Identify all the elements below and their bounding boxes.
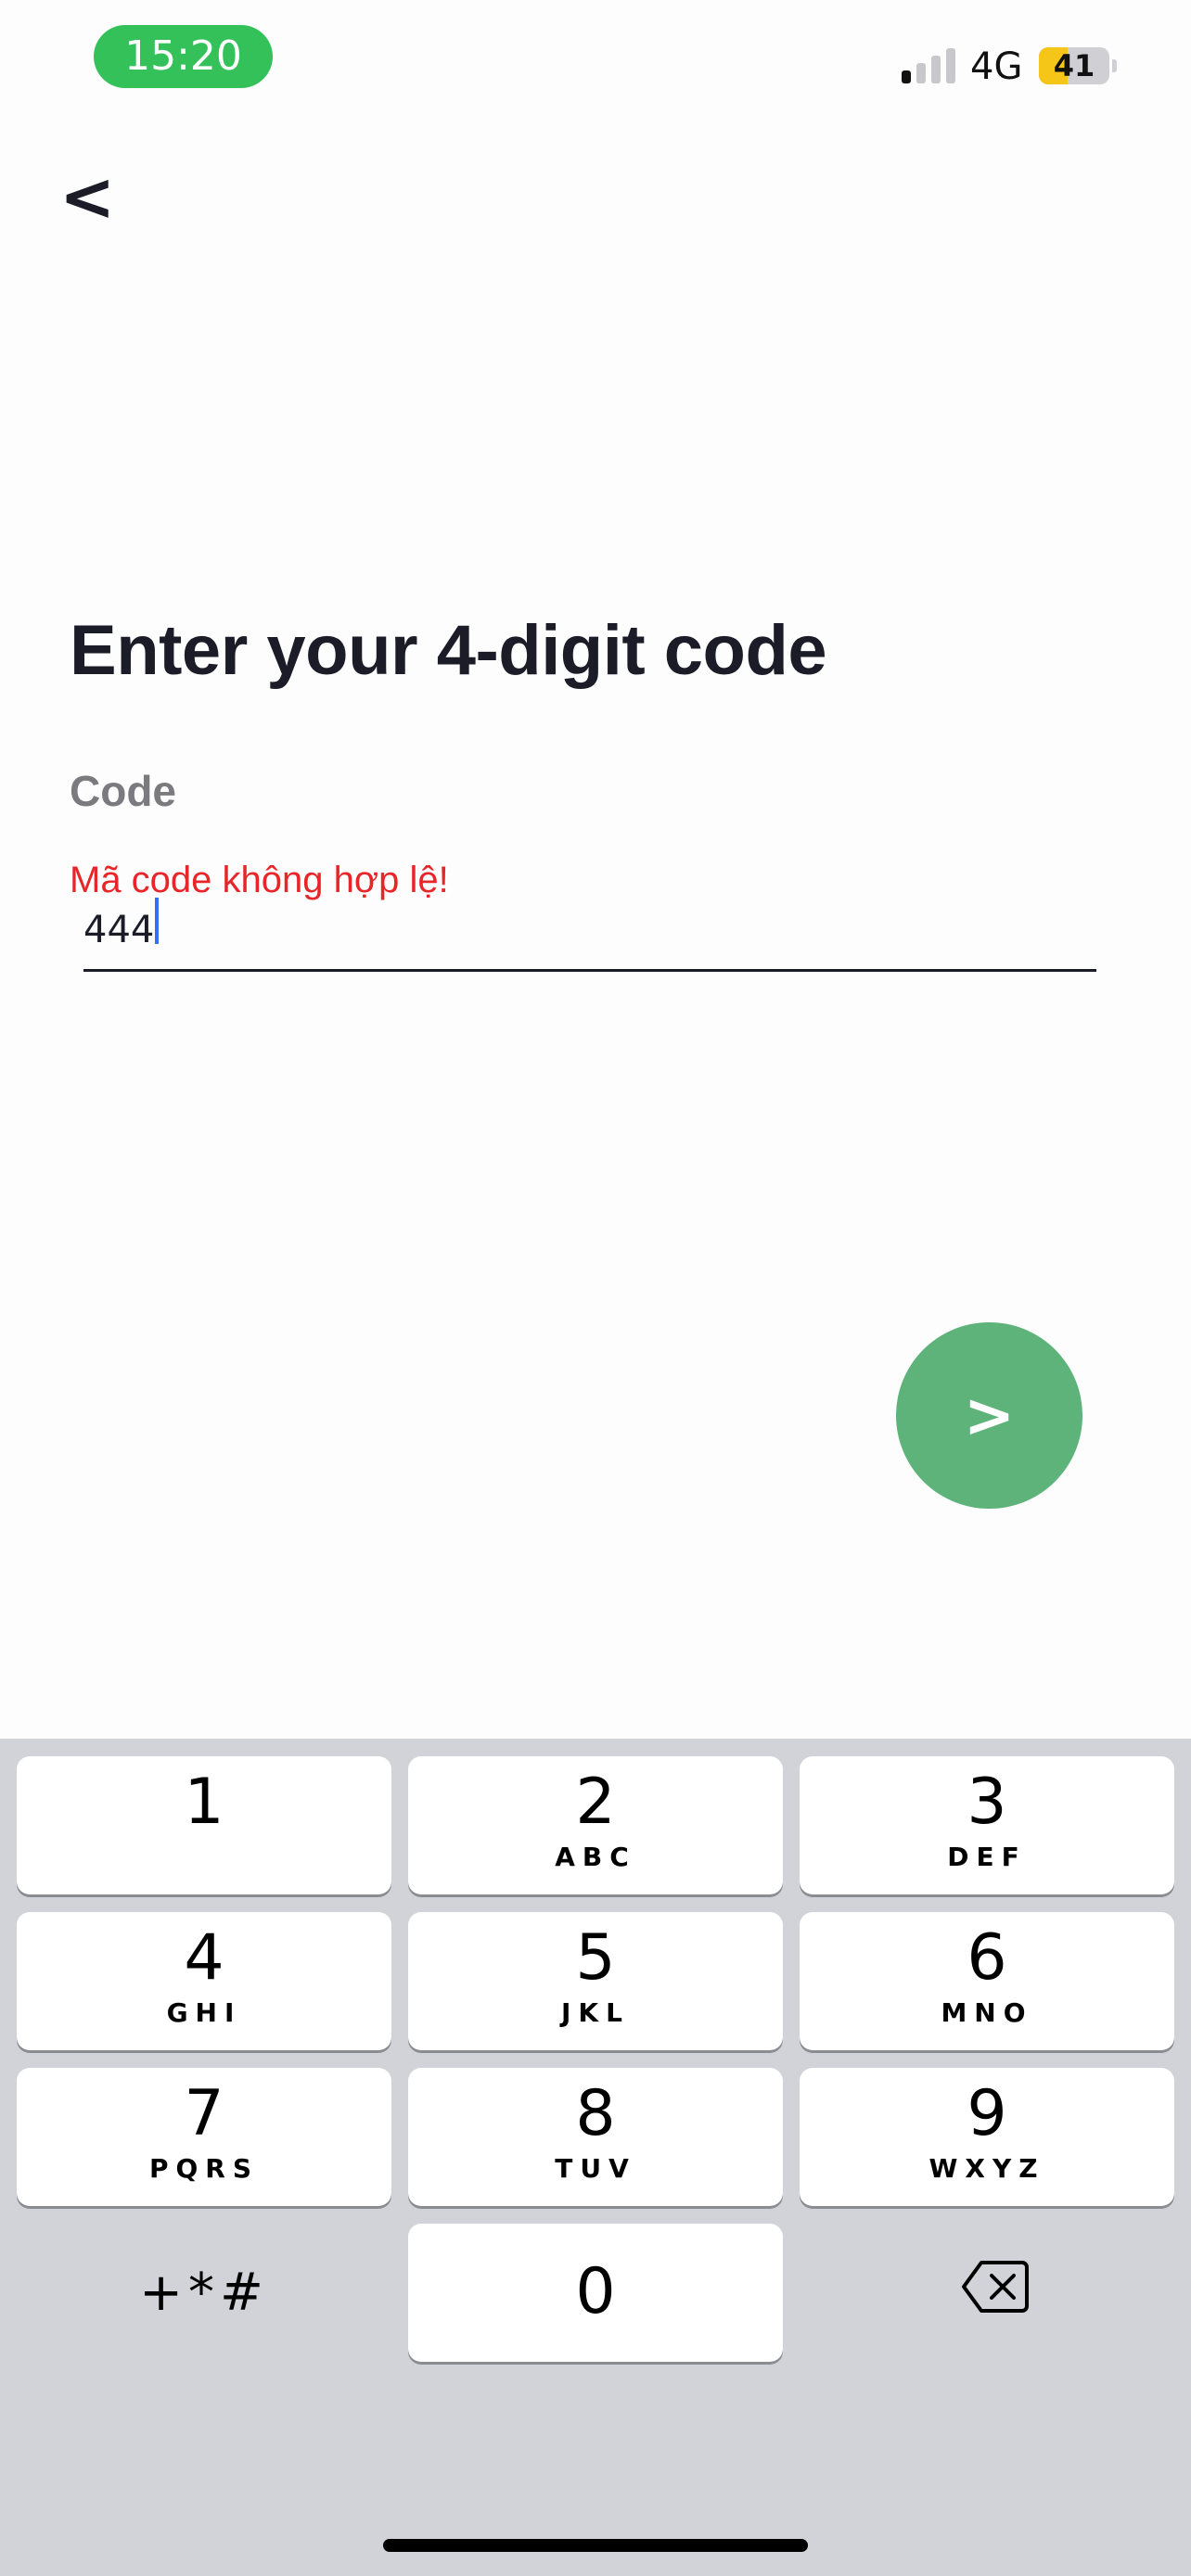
- key-letters: WXYZ: [928, 2153, 1045, 2184]
- key-digit: 0: [575, 2255, 616, 2328]
- key-7[interactable]: 7 PQRS: [17, 2068, 391, 2206]
- status-time: 15:20: [94, 25, 273, 88]
- key-digit: 3: [967, 1766, 1007, 1839]
- key-8[interactable]: 8 TUV: [408, 2068, 783, 2206]
- key-letters: MNO: [941, 1997, 1033, 2028]
- battery-level: 41: [1053, 48, 1095, 83]
- next-button[interactable]: >: [896, 1322, 1082, 1509]
- key-letters: JKL: [561, 1997, 630, 2028]
- key-letters: DEF: [947, 1842, 1027, 1872]
- cellular-signal-icon: [902, 48, 955, 83]
- key-letters: PQRS: [148, 2153, 260, 2184]
- home-indicator: [383, 2539, 808, 2552]
- back-button[interactable]: <: [59, 159, 134, 234]
- key-letters: TUV: [555, 2153, 636, 2184]
- key-0[interactable]: 0: [408, 2224, 783, 2362]
- key-2[interactable]: 2 ABC: [408, 1756, 783, 1894]
- key-digit: 5: [575, 1921, 616, 1995]
- key-9[interactable]: 9 WXYZ: [800, 2068, 1174, 2206]
- code-field-label: Code: [70, 767, 176, 815]
- key-digit: 8: [575, 2077, 616, 2150]
- key-letters: ABC: [555, 1842, 636, 1872]
- symbols-key[interactable]: +*#: [17, 2224, 391, 2362]
- code-input[interactable]: [83, 890, 1096, 972]
- key-4[interactable]: 4 GHI: [17, 1912, 391, 2050]
- key-digit: 1: [184, 1766, 224, 1839]
- network-type: 4G: [970, 45, 1023, 88]
- page-title: Enter your 4-digit code: [70, 611, 827, 690]
- text-caret: [155, 898, 159, 944]
- key-3[interactable]: 3 DEF: [800, 1756, 1174, 1894]
- key-digit: 4: [184, 1921, 224, 1995]
- key-digit: 6: [967, 1921, 1007, 1995]
- key-6[interactable]: 6 MNO: [800, 1912, 1174, 2050]
- battery-cap: [1112, 59, 1117, 72]
- key-digit: 7: [184, 2077, 224, 2150]
- key-1[interactable]: 1: [17, 1756, 391, 1894]
- key-5[interactable]: 5 JKL: [408, 1912, 783, 2050]
- key-letters: GHI: [166, 1997, 242, 2028]
- battery-icon: 41: [1039, 47, 1109, 84]
- backspace-icon[interactable]: [961, 2259, 1030, 2319]
- key-digit: 9: [967, 2077, 1007, 2150]
- key-digit: 2: [575, 1766, 616, 1839]
